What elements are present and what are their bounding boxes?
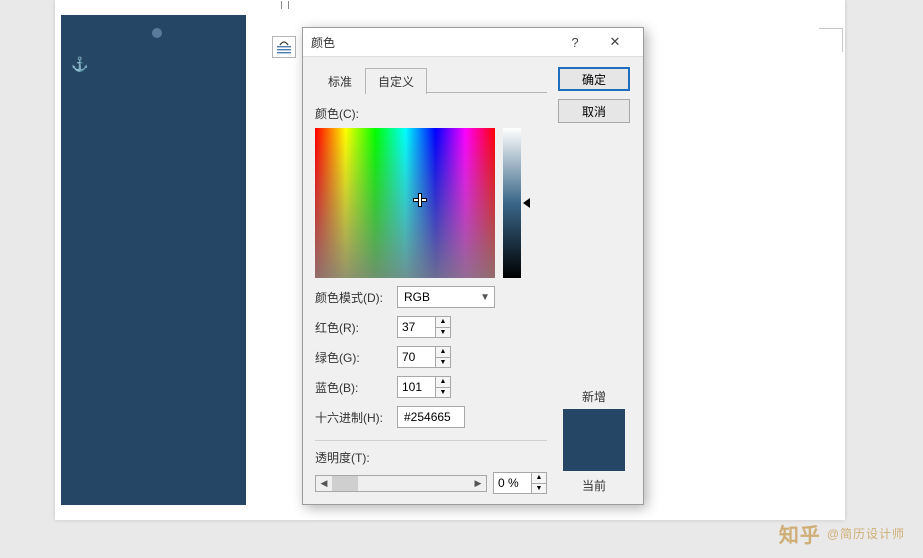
red-label: 红色(R): [315,319,397,336]
ruler-marker [281,1,291,11]
blue-up[interactable]: ▲ [436,377,450,388]
luminance-bar[interactable] [503,128,521,278]
separator [315,440,547,441]
shape-handle[interactable] [152,28,162,38]
chevron-down-icon: ▼ [480,292,490,303]
red-up[interactable]: ▲ [436,317,450,328]
opacity-up[interactable]: ▲ [532,473,546,484]
red-input[interactable] [397,316,435,338]
watermark-author: @简历设计师 [827,525,905,542]
dialog-titlebar[interactable]: 颜色 ? ✕ [303,28,643,57]
tab-bar: 标准 自定义 [315,67,547,93]
hex-label: 十六进制(H): [315,409,397,426]
color-mode-value: RGB [404,290,430,304]
luminance-arrow-icon[interactable] [523,198,530,208]
color-mode-label: 颜色模式(D): [315,289,397,306]
color-dialog: 颜色 ? ✕ 标准 自定义 颜色(C): 颜色模式 [302,27,644,505]
tab-standard[interactable]: 标准 [315,68,365,94]
help-button[interactable]: ? [555,28,595,56]
new-color-label: 新增 [582,388,606,405]
dialog-title: 颜色 [311,34,555,51]
layout-options-button[interactable] [272,36,296,58]
selected-shape-rectangle[interactable] [61,15,246,505]
slider-left-arrow-icon[interactable]: ◀ [316,476,332,491]
cancel-button[interactable]: 取消 [558,99,630,123]
ok-button[interactable]: 确定 [558,67,630,91]
red-spinner[interactable]: ▲▼ [397,316,451,338]
green-label: 绿色(G): [315,349,397,366]
color-mode-select[interactable]: RGB ▼ [397,286,495,308]
hex-input[interactable] [397,406,465,428]
slider-thumb[interactable] [332,476,358,491]
color-spectrum[interactable] [315,128,495,278]
page-corner-guide [819,28,843,52]
colors-label: 颜色(C): [315,105,547,122]
transparency-input[interactable] [493,472,531,494]
green-spinner[interactable]: ▲▼ [397,346,451,368]
green-up[interactable]: ▲ [436,347,450,358]
blue-spinner[interactable]: ▲▼ [397,376,451,398]
red-down[interactable]: ▼ [436,328,450,338]
blue-label: 蓝色(B): [315,379,397,396]
current-color-label: 当前 [582,477,606,494]
green-input[interactable] [397,346,435,368]
transparency-slider[interactable]: ◀ ▶ [315,475,487,492]
layout-icon [276,40,292,54]
slider-track[interactable] [332,476,470,491]
transparency-label: 透明度(T): [315,449,547,466]
blue-down[interactable]: ▼ [436,388,450,398]
anchor-icon: ⚓ [71,56,88,73]
opacity-down[interactable]: ▼ [532,484,546,494]
transparency-spinner[interactable]: ▲▼ [493,472,547,494]
watermark: 知乎 @简历设计师 [779,519,905,548]
color-swatch-new [563,409,625,471]
tab-custom[interactable]: 自定义 [365,68,427,94]
slider-right-arrow-icon[interactable]: ▶ [470,476,486,491]
blue-input[interactable] [397,376,435,398]
green-down[interactable]: ▼ [436,358,450,368]
watermark-brand: 知乎 [779,519,821,548]
close-button[interactable]: ✕ [595,28,635,56]
